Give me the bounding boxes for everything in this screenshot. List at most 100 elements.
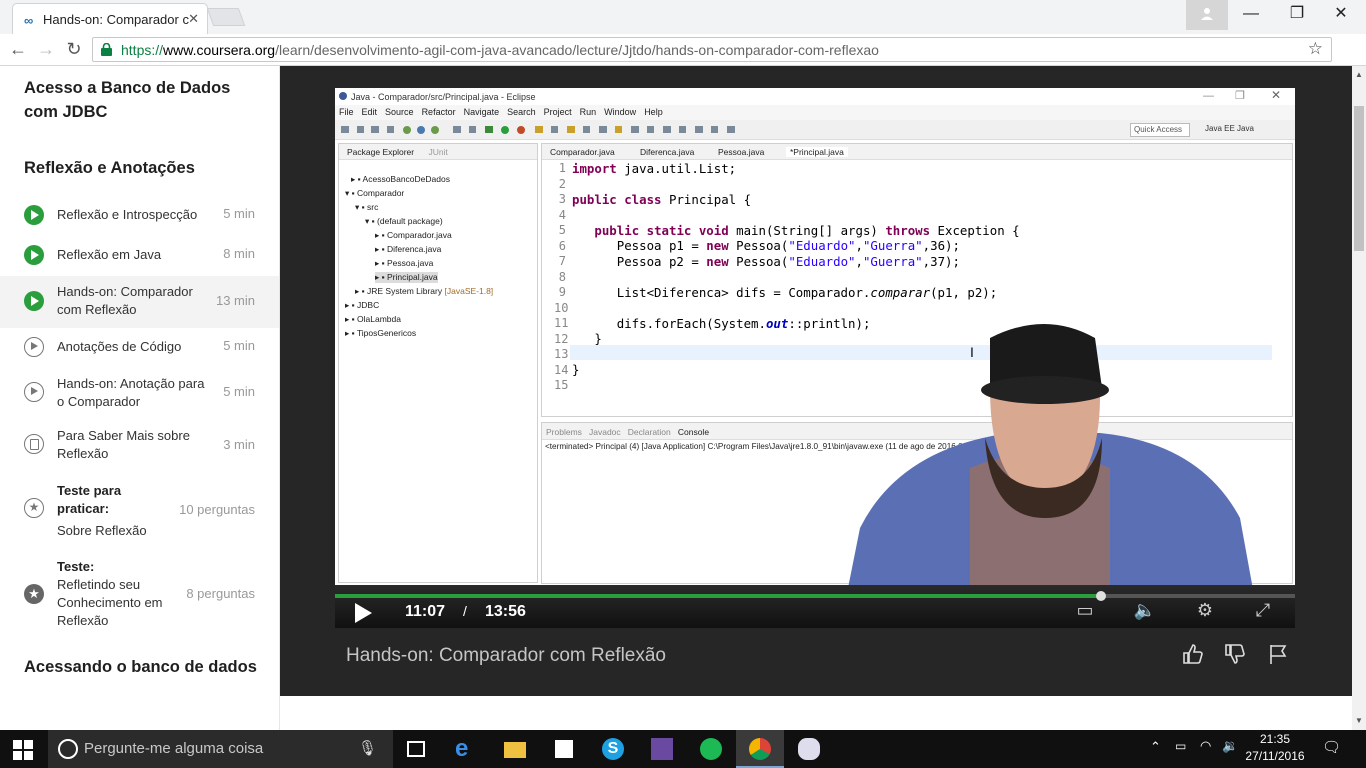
fullscreen-icon[interactable]: ⤢ (1250, 600, 1276, 626)
flag-icon[interactable] (1266, 643, 1292, 669)
battery-icon[interactable]: ▭ (1175, 739, 1186, 753)
chrome-icon[interactable] (736, 730, 784, 768)
windows-start-icon[interactable] (13, 740, 33, 760)
project-item: ▸ ▪ TiposGenericos (345, 328, 417, 338)
speaker-icon[interactable]: 🔉 (1222, 738, 1238, 754)
reading-label: Para Saber Mais sobre Reflexão (57, 428, 190, 461)
paint-icon[interactable] (785, 730, 833, 768)
code-line: public static void main(String[] args) t… (594, 223, 1020, 238)
cortana-search-box[interactable]: Pergunte-me alguma coisa 🎙 (48, 730, 393, 768)
lesson-item[interactable]: Reflexão em Java 8 min (0, 242, 279, 268)
back-icon[interactable]: ← (6, 38, 30, 62)
task-view-icon[interactable] (392, 730, 440, 768)
skype-icon[interactable]: S (589, 730, 637, 768)
system-clock[interactable]: 21:35 27/11/2016 (1245, 731, 1305, 765)
reading-item[interactable]: Para Saber Mais sobre Reflexão 3 min (0, 424, 279, 464)
game-icon[interactable] (638, 730, 686, 768)
scrollbar-thumb[interactable] (1354, 106, 1364, 251)
tray-chevron-icon[interactable]: ⌃ (1150, 739, 1161, 755)
bookmark-star-icon[interactable]: ☆ (1308, 39, 1323, 59)
editor-tab: Pessoa.java (718, 147, 765, 157)
section-heading[interactable]: Acesso a Banco de Dados com JDBC (24, 76, 264, 124)
restore-icon[interactable]: ❐ (1274, 0, 1320, 30)
play-icon[interactable] (355, 603, 372, 623)
javadoc-tab: Javadoc (589, 427, 621, 437)
close-window-icon[interactable]: ✕ (1318, 0, 1364, 30)
video-progress-bar[interactable] (335, 591, 1295, 601)
new-tab-button[interactable] (206, 8, 246, 26)
settings-icon[interactable]: ⚙ (1192, 600, 1218, 626)
edge-icon[interactable]: e (442, 730, 490, 768)
eclipse-close-icon: ✕ (1271, 88, 1282, 102)
scroll-down-icon[interactable]: ▼ (1355, 716, 1363, 725)
menu-file: File (339, 107, 354, 117)
play-filled-icon (24, 291, 44, 311)
lesson-duration: 5 min (223, 384, 255, 399)
lesson-duration: 5 min (223, 206, 255, 221)
progress-fill (335, 594, 1102, 598)
spotify-icon[interactable] (687, 730, 735, 768)
line-number: 15 (554, 378, 569, 392)
browser-tab[interactable]: ∞ Hands-on: Comparador c ✕ (12, 3, 208, 34)
lesson-item-active[interactable]: Hands-on: Comparador com Reflexão 13 min (0, 276, 279, 328)
line-number: 5 (558, 223, 566, 237)
url-path: /learn/desenvolvimento-agil-com-java-ava… (275, 42, 879, 58)
profile-icon[interactable] (1186, 0, 1228, 30)
menu-project: Project (543, 107, 572, 117)
line-number: 2 (558, 176, 566, 191)
subtitles-icon[interactable]: ▭ (1072, 600, 1098, 626)
code-line: difs.forEach(System.out::println); (572, 316, 871, 331)
play-outline-icon (24, 337, 44, 357)
current-time: 11:07 (405, 603, 446, 620)
line-number: 6 (558, 238, 566, 253)
console-tab: Console (677, 427, 710, 437)
play-filled-icon (24, 205, 44, 225)
library-item: ▸ ▪ JRE System Library [JavaSE-1.8] (355, 286, 494, 296)
microphone-icon[interactable]: 🎙 (358, 739, 377, 757)
scroll-up-icon[interactable]: ▲ (1355, 70, 1363, 79)
notifications-icon[interactable]: 🗨 (1322, 738, 1341, 756)
close-tab-icon[interactable]: ✕ (188, 11, 199, 27)
eclipse-minimize-icon: — (1203, 90, 1214, 102)
thumbs-up-icon[interactable] (1180, 643, 1206, 669)
play-filled-icon (24, 245, 44, 265)
menu-run: Run (579, 107, 597, 117)
project-item: ▸ ▪ JDBC (345, 300, 380, 310)
video-player[interactable]: Java - Comparador/src/Principal.java - E… (335, 88, 1295, 628)
quiz-item[interactable]: ★ Teste: Refletindo seu Conhecimento em … (0, 558, 279, 630)
editor-tab: Comparador.java (550, 147, 615, 157)
section-heading[interactable]: Acessando o banco de dados (24, 655, 257, 679)
lesson-duration: 5 min (223, 338, 255, 353)
video-title: Hands-on: Comparador com Reflexão (346, 645, 666, 666)
code-line: public class Principal { (572, 192, 752, 207)
forward-icon[interactable]: → (34, 38, 58, 62)
store-icon[interactable] (540, 730, 588, 768)
editor-tabs: Comparador.java Diferenca.java Pessoa.ja… (542, 144, 1292, 160)
section-heading[interactable]: Reflexão e Anotações (24, 156, 195, 180)
eclipse-titlebar: Java - Comparador/src/Principal.java - E… (335, 88, 1295, 105)
file-explorer-icon[interactable] (491, 730, 539, 768)
lesson-item[interactable]: Anotações de Código 5 min (0, 334, 279, 360)
declaration-tab: Declaration (627, 427, 671, 437)
volume-icon[interactable]: 🔈 (1132, 600, 1158, 626)
time-separator: / (463, 603, 467, 619)
page-scrollbar[interactable]: ▲ ▼ (1352, 66, 1366, 730)
code-line: import java.util.List; (572, 161, 737, 176)
menu-search: Search (507, 107, 536, 117)
wifi-icon[interactable]: ◠ (1200, 738, 1211, 754)
package-explorer-header: Package Explorer JUnit (339, 144, 537, 160)
play-outline-icon (24, 382, 44, 402)
address-bar-row: ← → ↻ https://www.coursera.org/learn/des… (0, 34, 1366, 92)
quiz-label: Sobre Reflexão (57, 523, 147, 538)
reload-icon[interactable]: ↻ (62, 38, 86, 62)
minimize-icon[interactable]: — (1228, 0, 1274, 30)
eclipse-logo-icon (339, 92, 347, 100)
url-input[interactable]: https://www.coursera.org/learn/desenvolv… (92, 37, 1332, 62)
lesson-item[interactable]: Reflexão e Introspecção 5 min (0, 202, 279, 228)
thumbs-down-icon[interactable] (1222, 643, 1248, 669)
quiz-item[interactable]: ★ Teste para praticar: Sobre Reflexão 10… (0, 480, 279, 542)
quiz-questions: 10 perguntas (179, 502, 255, 517)
lesson-item[interactable]: Hands-on: Anotação para o Comparador 5 m… (0, 371, 279, 411)
clock-time: 21:35 (1259, 732, 1291, 746)
content-area-bottom (280, 696, 1352, 730)
